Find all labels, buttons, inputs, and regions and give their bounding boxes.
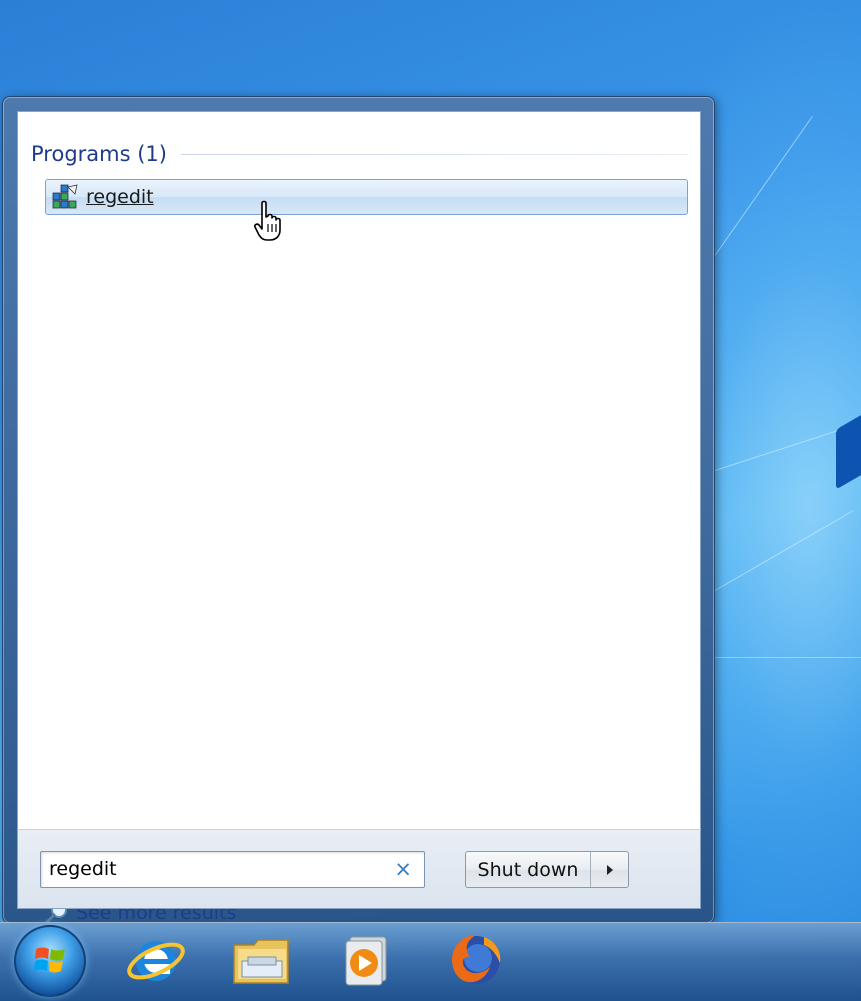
regedit-icon <box>52 184 78 209</box>
windows-explorer-icon[interactable] <box>230 927 294 991</box>
clear-search-icon[interactable]: × <box>394 856 412 882</box>
programs-group-title: Programs (1) <box>31 142 167 166</box>
search-box: × <box>40 851 425 888</box>
internet-explorer-icon[interactable] <box>124 927 188 991</box>
search-results-pane: Programs (1) regedit See more results <box>17 111 701 924</box>
arrow-right-icon <box>606 864 613 875</box>
shutdown-button[interactable]: Shut down <box>466 852 590 887</box>
windows-flag-icon <box>34 947 65 973</box>
group-divider <box>180 153 688 155</box>
start-menu: Programs (1) regedit See more results re… <box>2 96 715 924</box>
hand-cursor-icon <box>254 200 281 241</box>
shutdown-button-group: Shut down <box>465 851 629 888</box>
result-item-regedit[interactable]: regedit <box>45 179 688 215</box>
taskbar <box>0 922 861 1001</box>
start-menu-bottom-bar: × Shut down <box>17 829 701 909</box>
programs-group-header: Programs (1) <box>31 142 688 166</box>
shutdown-options-button[interactable] <box>590 852 628 887</box>
firefox-icon[interactable] <box>444 927 508 991</box>
desktop-light-streak <box>715 657 861 658</box>
search-input[interactable] <box>49 856 379 882</box>
media-player-icon[interactable] <box>336 927 400 991</box>
start-orb[interactable] <box>14 925 86 997</box>
result-label: regedit <box>86 186 154 208</box>
